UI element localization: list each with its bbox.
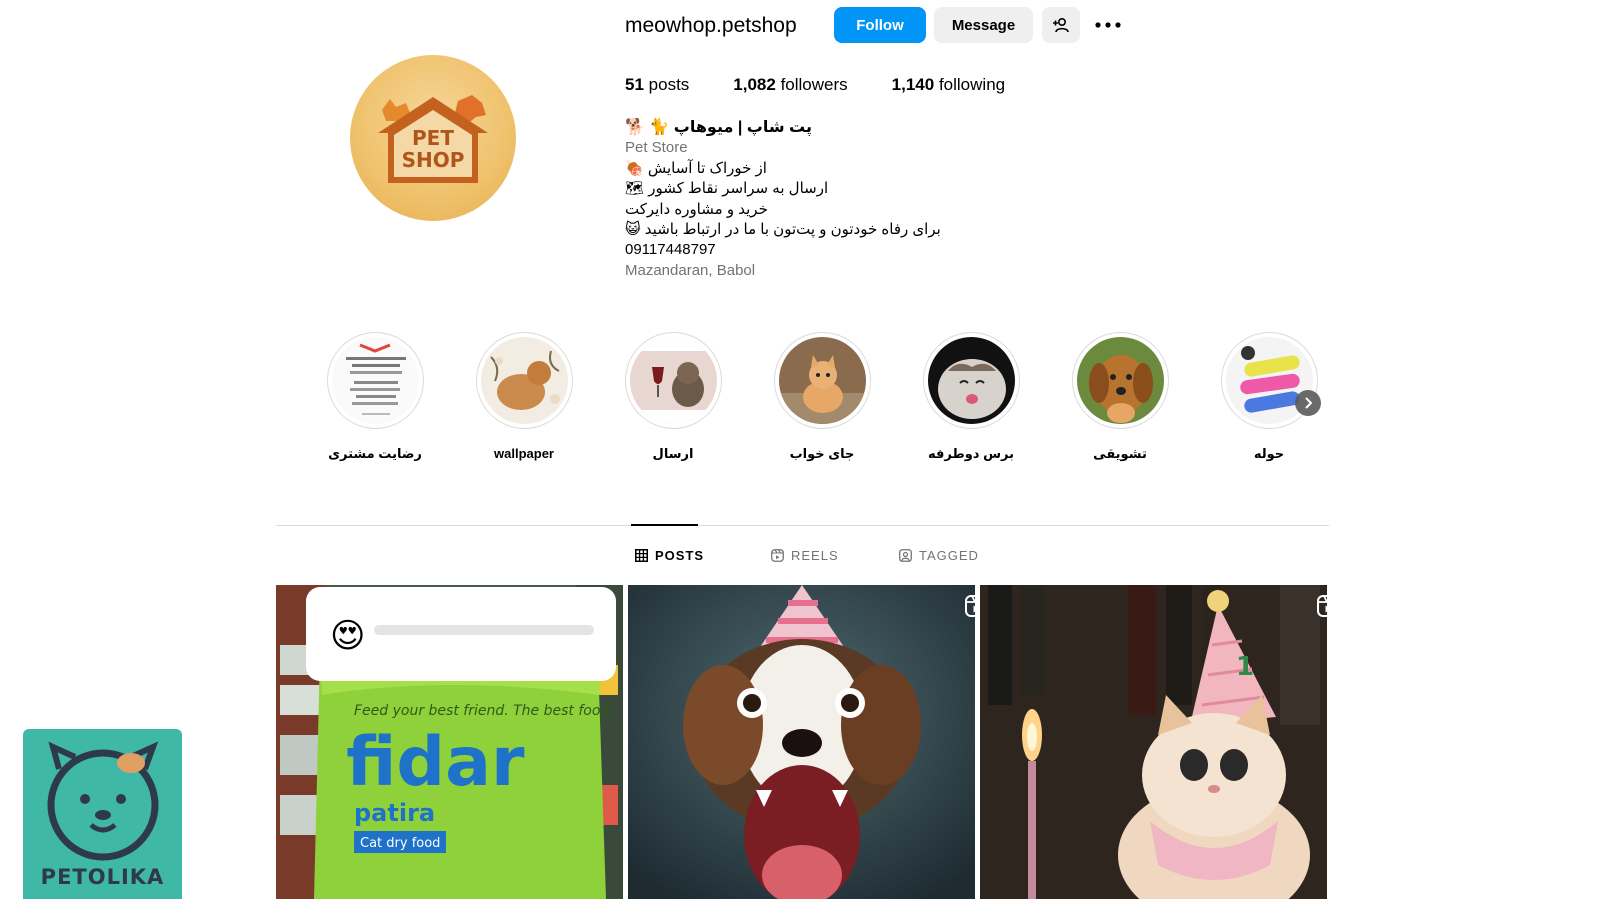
highlight-label: wallpaper [494, 446, 554, 461]
highlight-item[interactable]: wallpaper [464, 332, 584, 461]
followers-label: followers [780, 75, 848, 94]
bio-line: از خوراک تا آسایش 🍖 [625, 159, 767, 177]
bio-line: برای رفاه خودتون و پت‌تون با ما در ارتبا… [625, 221, 941, 239]
bag-subbrand: patira [354, 799, 435, 827]
following-label: following [938, 75, 1006, 94]
reel-badge-icon [1317, 595, 1327, 617]
tab-posts-label: POSTS [655, 548, 705, 563]
bio-line: ارسال به سراسر نقاط کشور 🗺 [625, 180, 829, 198]
highlight-ring [773, 332, 871, 429]
post-thumbnail[interactable]: 1 [980, 585, 1327, 899]
hat-number: 1 [1236, 652, 1254, 682]
highlight-cover [629, 337, 717, 424]
story-highlights: رضایت مشتری wallpaper ارسال جای خواب برس… [300, 332, 1340, 472]
highlight-label: جای خواب [789, 446, 855, 461]
highlight-item[interactable]: رضایت مشتری [315, 332, 435, 462]
profile-bio: پت شاپ | میوهاپ 🐈 🐕 Pet Store از خوراک ت… [625, 118, 1045, 281]
bag-brand: fidar [346, 723, 525, 802]
highlight-item[interactable]: برس دوطرفه [911, 332, 1031, 462]
posts-stat: 51 posts [625, 75, 689, 95]
bag-tagline: Feed your best friend. The best food [354, 703, 609, 719]
tab-tagged[interactable]: TAGGED [899, 548, 979, 563]
highlight-ring [475, 332, 573, 429]
logo-text-top: PET [412, 126, 454, 150]
profile-avatar[interactable]: PET SHOP [350, 55, 516, 221]
highlight-label: برس دوطرفه [928, 446, 1014, 461]
post-image: Feed your best friend. The best food fid… [276, 585, 623, 899]
tabs-divider [276, 525, 1329, 526]
highlight-label: تشویقی [1093, 446, 1147, 461]
following-stat[interactable]: 1,140 following [892, 75, 1005, 95]
profile-stats: 51 posts 1,082 followers 1,140 following [625, 75, 1049, 95]
bio-category: Pet Store [625, 139, 688, 157]
bio-display-name: پت شاپ | میوهاپ 🐈 🐕 [625, 119, 812, 136]
posts-label: posts [648, 75, 690, 94]
followers-stat[interactable]: 1,082 followers [733, 75, 847, 95]
active-tab-indicator [631, 524, 698, 526]
highlights-next-button[interactable] [1295, 390, 1321, 416]
highlight-label: ارسال [652, 446, 694, 461]
more-icon [1095, 22, 1121, 28]
highlight-cover [331, 337, 419, 424]
bio-phone: 09117448797 [625, 241, 716, 259]
highlight-cover [480, 337, 568, 424]
chevron-right-icon [1305, 397, 1313, 409]
bag-label: Cat dry food [360, 836, 440, 851]
message-button[interactable]: Message [934, 7, 1033, 43]
highlight-ring [1071, 332, 1169, 429]
highlight-item[interactable]: جای خواب [762, 332, 882, 462]
highlight-cover [778, 337, 866, 424]
reels-icon [771, 549, 784, 562]
pet-faces-logo [47, 741, 159, 861]
sticker-emoji: 😍 [330, 617, 365, 655]
watermark-logo: PETOLIKA [23, 729, 182, 899]
bio-location[interactable]: Mazandaran, Babol [625, 261, 1045, 281]
bio-line: خرید و مشاوره دایرکت [625, 200, 768, 218]
profile-username: meowhop.petshop [625, 14, 797, 37]
post-image: 1 [980, 585, 1327, 899]
tagged-icon [899, 549, 912, 562]
tab-reels[interactable]: REELS [771, 548, 839, 563]
highlight-label: حوله [1253, 446, 1285, 461]
more-options-button[interactable] [1090, 7, 1126, 43]
pet-shop-logo: PET SHOP [378, 95, 488, 183]
followers-count: 1,082 [733, 75, 776, 94]
grid-icon [635, 549, 648, 562]
add-person-icon [1053, 17, 1069, 33]
following-count: 1,140 [891, 75, 935, 94]
post-image [628, 585, 975, 899]
reel-badge-icon [965, 595, 975, 617]
follow-button[interactable]: Follow [834, 7, 926, 43]
watermark-text: PETOLIKA [40, 865, 165, 889]
highlight-item[interactable]: تشویقی [1060, 332, 1180, 462]
highlight-ring [624, 332, 722, 429]
highlight-item[interactable]: ارسال [613, 332, 733, 462]
highlight-cover [1076, 337, 1164, 424]
highlight-ring [922, 332, 1020, 429]
highlight-cover [927, 337, 1015, 424]
posts-count: 51 [625, 75, 644, 94]
tab-tagged-label: TAGGED [919, 548, 979, 563]
highlight-ring [326, 332, 424, 429]
tab-posts[interactable]: POSTS [635, 548, 704, 563]
logo-text-bottom: SHOP [402, 148, 465, 172]
tab-reels-label: REELS [791, 548, 839, 563]
post-thumbnail[interactable] [628, 585, 975, 899]
post-thumbnail[interactable]: Feed your best friend. The best food fid… [276, 585, 623, 899]
highlight-label: رضایت مشتری [328, 446, 422, 461]
suggested-accounts-button[interactable] [1042, 7, 1080, 43]
